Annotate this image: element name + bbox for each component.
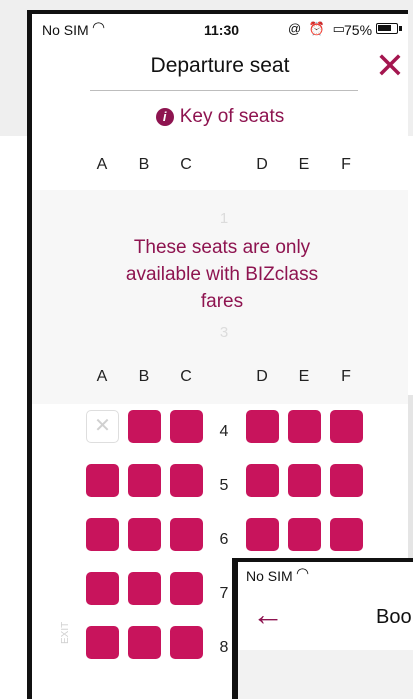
column-label: E [298, 156, 310, 173]
bizclass-message: These seats are only available with BIZc… [72, 234, 372, 315]
battery-percent: 75% [344, 22, 373, 38]
unavailable-icon: ✕ [94, 415, 111, 437]
row-number: 6 [219, 531, 229, 548]
column-label: B [138, 368, 150, 385]
seat-4C[interactable] [170, 410, 203, 443]
seat-8B[interactable] [128, 626, 161, 659]
seat-8C[interactable] [170, 626, 203, 659]
seat-4F[interactable] [330, 410, 363, 443]
overlay-carrier-label: No SIM [246, 568, 293, 584]
column-header-bottom: A B C D E F [32, 368, 408, 390]
seat-4A: ✕ [86, 410, 119, 443]
seat-5B[interactable] [128, 464, 161, 497]
seat-7B[interactable] [128, 572, 161, 605]
column-label: F [341, 368, 351, 385]
column-label: D [256, 156, 268, 173]
exit-label: EXIT [60, 621, 71, 644]
column-label: F [341, 156, 351, 173]
overlay-screen: No SIM ◠ ← Boo [238, 562, 413, 699]
key-of-seats-label: Key of seats [179, 106, 285, 127]
column-label: E [298, 368, 310, 385]
seat-6A[interactable] [86, 518, 119, 551]
row-number: 1 [219, 210, 229, 227]
row-number: 7 [219, 585, 229, 602]
column-header-top: A B C D E F [32, 156, 408, 178]
row-number: 3 [219, 324, 229, 341]
seat-8A[interactable] [86, 626, 119, 659]
back-arrow-icon[interactable]: ← [252, 598, 284, 630]
seat-6D[interactable] [246, 518, 279, 551]
seat-5C[interactable] [170, 464, 203, 497]
seat-7A[interactable] [86, 572, 119, 605]
seat-5F[interactable] [330, 464, 363, 497]
page-title: Departure seat [150, 54, 290, 77]
wifi-icon: ◠ [92, 19, 106, 36]
battery-icon [376, 23, 402, 34]
seat-5D[interactable] [246, 464, 279, 497]
seat-5A[interactable] [86, 464, 119, 497]
column-label: D [256, 368, 268, 385]
title-divider [90, 90, 358, 91]
column-label: B [138, 156, 150, 173]
row-number: 5 [219, 477, 229, 494]
close-icon[interactable]: ✕ [372, 48, 408, 84]
wifi-icon: ◠ [296, 565, 310, 582]
seat-6C[interactable] [170, 518, 203, 551]
seat-7C[interactable] [170, 572, 203, 605]
overlay-bar [238, 650, 413, 699]
column-label: C [180, 156, 192, 173]
key-of-seats-link[interactable]: i Key of seats [32, 106, 408, 128]
bizclass-message-line: available with BIZclass [125, 264, 319, 285]
status-bar: No SIM ◠ 11:30 @ ⏰ ▭ 75% [32, 14, 408, 42]
info-icon: i [155, 108, 174, 126]
bizclass-message-line: These seats are only [133, 237, 311, 258]
seat-6E[interactable] [288, 518, 321, 551]
seat-6F[interactable] [330, 518, 363, 551]
seat-4B[interactable] [128, 410, 161, 443]
seat-5E[interactable] [288, 464, 321, 497]
clock: 11:30 [204, 22, 240, 38]
column-label: A [96, 156, 108, 173]
seat-4D[interactable] [246, 410, 279, 443]
column-label: A [96, 368, 108, 385]
carrier-label: No SIM [42, 22, 89, 38]
status-icons: @ ⏰ ▭ [288, 21, 347, 36]
seat-6B[interactable] [128, 518, 161, 551]
column-label: C [180, 368, 192, 385]
row-number: 8 [219, 639, 229, 656]
bizclass-message-line: fares [200, 291, 244, 312]
seat-4E[interactable] [288, 410, 321, 443]
row-number: 4 [219, 423, 229, 440]
overlay-title: Boo [376, 606, 412, 628]
